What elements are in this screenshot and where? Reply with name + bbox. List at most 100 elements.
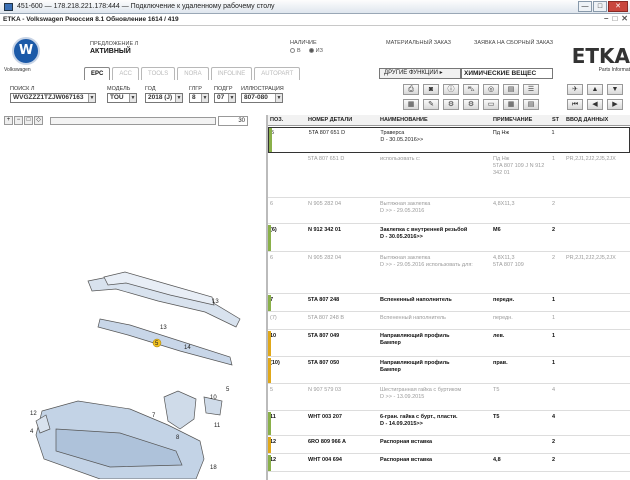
note-cell-text: 4,8 bbox=[493, 457, 501, 463]
illustration-select[interactable]: 807-080 ▼ bbox=[241, 93, 283, 103]
year-select[interactable]: 2018 (J) ▼ bbox=[145, 93, 183, 103]
dropdown-arrow-icon[interactable]: ▼ bbox=[275, 94, 282, 102]
dropdown-arrow-icon[interactable]: ▼ bbox=[88, 94, 95, 102]
dropdown-arrow-icon[interactable]: ▼ bbox=[175, 94, 182, 102]
callout[interactable]: 12 bbox=[30, 411, 37, 417]
col-input[interactable]: ВВОД ДАННЫХ bbox=[564, 115, 630, 125]
callout[interactable]: 14 bbox=[184, 345, 191, 351]
bumper-diagram[interactable]: 5 13 10 11 7 8 12 4 13 18 14 5 bbox=[0, 129, 267, 479]
st-cell: 2 bbox=[551, 227, 564, 251]
input-cell bbox=[564, 387, 630, 410]
table-row[interactable]: (10) 5TA 807 050 Направляющий профиль Бампе… bbox=[268, 358, 630, 384]
st-cell-text: 4 bbox=[552, 387, 556, 393]
callout[interactable]: 7 bbox=[152, 413, 156, 419]
name-cell: использовать с: bbox=[378, 156, 491, 197]
zoom-out-icon[interactable]: − bbox=[14, 116, 23, 125]
tab-acc[interactable]: ACC bbox=[112, 67, 140, 80]
next-page-icon[interactable]: ▶ bbox=[607, 99, 623, 110]
main-group-select[interactable]: 8 ▼ bbox=[189, 93, 209, 103]
table-row[interactable]: 6 N 905 282 04 Вытяжная заклепка D >> - 29.… bbox=[268, 253, 630, 294]
engine-icon[interactable]: ⚙ bbox=[443, 99, 459, 110]
model-select[interactable]: TOU ▼ bbox=[107, 93, 137, 103]
col-name[interactable]: НАИМЕНОВАНИЕ bbox=[378, 115, 491, 125]
table-row[interactable]: 7 5TA 807 248 Вспененный наполнитель передн… bbox=[268, 295, 630, 312]
callout[interactable]: 11 bbox=[214, 423, 221, 429]
callout[interactable]: 5 bbox=[226, 387, 230, 393]
col-part-number[interactable]: НОМЕР ДЕТАЛИ bbox=[306, 115, 378, 125]
table-row[interactable]: 5 5TA 807 651 D Траверса D - 30.05.2016>> Пд… bbox=[268, 127, 630, 153]
rdp-minimize-button[interactable]: — bbox=[578, 1, 592, 12]
note-cell: 4,8X11,3 bbox=[491, 201, 551, 223]
dropdown-arrow-icon[interactable]: ▼ bbox=[129, 94, 136, 102]
doc-icon[interactable]: ▭ bbox=[483, 99, 499, 110]
group-select[interactable]: ХИМИЧЕСКИЕ ВЕЩЕС bbox=[461, 68, 553, 79]
table-row[interactable]: (6) N 912 342 01 Заклепка с внутренней рез… bbox=[268, 225, 630, 252]
stock-radio-out[interactable]: ИЗ bbox=[308, 48, 323, 54]
vin-input[interactable]: WVGZZZ1TZJW067163 ▼ bbox=[10, 93, 96, 103]
callout[interactable]: 18 bbox=[210, 465, 217, 471]
tab-infoline[interactable]: INFOLINE bbox=[210, 67, 253, 80]
callout[interactable]: 13 bbox=[212, 299, 219, 305]
other-functions-button[interactable]: ДРУГИЕ ФУНКЦИИ ▸ bbox=[379, 68, 461, 79]
camera-icon[interactable]: ◙ bbox=[423, 84, 439, 95]
note-cell-text: прав. bbox=[493, 360, 508, 366]
tab-nora[interactable]: NORA bbox=[177, 67, 209, 80]
callout[interactable]: 10 bbox=[210, 395, 217, 401]
first-page-icon[interactable]: ⏮ bbox=[567, 99, 583, 110]
car-icon[interactable]: ⛍ bbox=[463, 84, 479, 95]
app-close-button[interactable]: ✕ bbox=[621, 14, 628, 23]
app-maximize-button[interactable]: □ bbox=[612, 14, 617, 23]
stock-radio-in[interactable]: В bbox=[290, 48, 301, 54]
rdp-maximize-button[interactable]: □ bbox=[593, 1, 607, 12]
table-row[interactable]: 10 5TA 807 049 Направляющий профиль Бампер л… bbox=[268, 331, 630, 357]
table-row[interactable]: 11 WHT 003 207 6-гран. гайка с бурт., плас… bbox=[268, 412, 630, 436]
pin-icon[interactable]: ✈ bbox=[567, 84, 583, 95]
book-icon[interactable]: ▦ bbox=[403, 99, 419, 110]
prev-page-icon[interactable]: ◀ bbox=[587, 99, 603, 110]
info-icon[interactable]: ⓘ bbox=[443, 84, 459, 95]
col-note[interactable]: ПРИМЕЧАНИЕ bbox=[491, 115, 551, 125]
tab-autopart[interactable]: AUTOPART bbox=[254, 67, 301, 80]
tab-tools[interactable]: TOOLS bbox=[141, 67, 176, 80]
zoom-reset-icon[interactable]: ◇ bbox=[34, 116, 43, 125]
year-label: ГОД bbox=[145, 86, 156, 92]
table-icon[interactable]: ▦ bbox=[503, 99, 519, 110]
zoom-in-icon[interactable]: + bbox=[4, 116, 13, 125]
dropdown-arrow-icon[interactable]: ▼ bbox=[201, 94, 208, 102]
col-pos[interactable]: ПОЗ. bbox=[268, 115, 306, 125]
subgroup-select[interactable]: 07 ▼ bbox=[214, 93, 236, 103]
list-icon[interactable]: ☰ bbox=[523, 84, 539, 95]
app-minimize-button[interactable]: – bbox=[604, 14, 608, 23]
callout[interactable]: 4 bbox=[30, 429, 34, 435]
table-row[interactable]: 12 WHT 004 694 Распорная вставка 4,8 2 bbox=[268, 455, 630, 472]
pos-cell-text: 6 bbox=[270, 255, 274, 261]
parts-header: ПОЗ. НОМЕР ДЕТАЛИ НАИМЕНОВАНИЕ ПРИМЕЧАНИ… bbox=[268, 115, 630, 126]
wheel-icon[interactable]: ◎ bbox=[483, 84, 499, 95]
dropdown-arrow-icon[interactable]: ▼ bbox=[228, 94, 235, 102]
rdp-close-button[interactable]: ✕ bbox=[608, 1, 628, 12]
table-row[interactable]: 12 6RO 809 966 A Распорная вставка 2 bbox=[268, 437, 630, 454]
transmission-icon[interactable]: ⚙ bbox=[463, 99, 479, 110]
material-order-link[interactable]: МАТЕРИАЛЬНЫЙ ЗАКАЗ bbox=[386, 40, 451, 46]
print-icon[interactable]: ⎙ bbox=[403, 84, 419, 95]
paint-icon[interactable]: ✎ bbox=[423, 99, 439, 110]
part-number-cell-text: 5TA 807 651 D bbox=[308, 130, 346, 136]
table-row[interactable]: 5TA 807 651 D использовать с: Пд Нж 5TA 807… bbox=[268, 154, 630, 198]
table-row[interactable]: (7) 5TA 807 248 B Вспененный наполнитель пе… bbox=[268, 313, 630, 330]
row-marker bbox=[268, 437, 271, 453]
tab-epc[interactable]: EPC bbox=[84, 67, 111, 80]
col-st[interactable]: ST bbox=[551, 115, 564, 125]
table-row[interactable]: 6 N 905 282 04 Вытяжная заклепка D >> - 29.… bbox=[268, 199, 630, 224]
callout[interactable]: 13 bbox=[160, 325, 167, 331]
nav-down-icon[interactable]: ▼ bbox=[607, 84, 623, 95]
clipboard-icon[interactable]: ▤ bbox=[523, 99, 539, 110]
nav-up-icon[interactable]: ▲ bbox=[587, 84, 603, 95]
store-order-link[interactable]: ЗАЯВКА НА СБОРНЫЙ ЗАКАЗ bbox=[474, 40, 553, 46]
illustration-scrollbar[interactable] bbox=[50, 117, 216, 125]
zoom-fit-icon[interactable]: □ bbox=[24, 116, 33, 125]
part-number-cell: N 905 282 04 bbox=[306, 201, 378, 223]
table-row[interactable]: 5 N 907 579 03 Шестигранная гайка с буртик… bbox=[268, 385, 630, 411]
input-cell bbox=[564, 333, 630, 356]
vin-decode-icon[interactable]: ▤ bbox=[503, 84, 519, 95]
name-cell-subtext: D >> - 13.09.2015 bbox=[380, 394, 425, 400]
